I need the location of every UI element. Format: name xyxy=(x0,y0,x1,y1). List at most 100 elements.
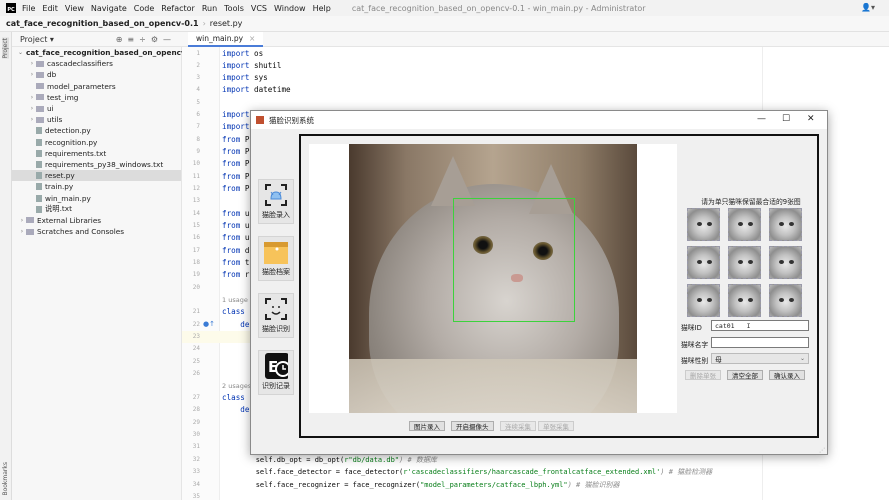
menu-tools[interactable]: Tools xyxy=(224,4,244,13)
menu-file[interactable]: File xyxy=(22,4,35,13)
cat-recognize-button[interactable]: 猫脸识别 xyxy=(258,293,294,338)
eye xyxy=(738,260,743,264)
project-panel-toolbar[interactable]: ⊕≡÷⚙— xyxy=(116,35,176,44)
expand-arrow-icon[interactable]: ⌄ xyxy=(18,49,23,56)
menu-code[interactable]: Code xyxy=(134,4,154,13)
user-account-icon[interactable]: 👤▾ xyxy=(861,3,875,12)
tree-file[interactable]: win_main.py xyxy=(12,192,181,203)
keyword: from xyxy=(222,258,241,267)
cat-archive-button[interactable]: 猫脸档案 xyxy=(258,236,294,281)
keyword: from xyxy=(222,270,241,279)
eye xyxy=(789,222,794,226)
tree-folder[interactable]: › cascadeclassifiers xyxy=(12,58,181,69)
maximize-button[interactable]: ☐ xyxy=(782,114,790,124)
menu-navigate[interactable]: Navigate xyxy=(91,4,127,13)
line-number: 9 xyxy=(196,148,200,155)
line-number: 2 xyxy=(196,62,200,69)
code-line: from u xyxy=(222,209,249,218)
menu-window[interactable]: Window xyxy=(274,4,306,13)
cat-enroll-button[interactable]: 猫脸录入 xyxy=(258,179,294,224)
single-capture-button[interactable]: 单张采集 xyxy=(538,421,574,431)
cat-thumbnail[interactable] xyxy=(728,208,761,241)
minimize-button[interactable]: — xyxy=(757,114,766,124)
image-import-button[interactable]: 图片录入 xyxy=(409,421,445,431)
code-rest: P xyxy=(240,172,250,181)
code-line: import os xyxy=(222,49,263,58)
cat-id-input[interactable]: cat01 I xyxy=(711,320,809,331)
cat-gender-select[interactable]: 母 ⌄ xyxy=(711,353,809,364)
eye xyxy=(697,260,702,264)
clear-all-button[interactable]: 清空全部 xyxy=(727,370,763,380)
expand-arrow-icon[interactable]: › xyxy=(28,94,36,101)
bookmarks-tool-tab[interactable]: Bookmarks xyxy=(2,462,9,496)
resize-grip-icon[interactable]: ⋰ xyxy=(819,447,825,454)
tree-file[interactable]: 说明.txt xyxy=(12,204,181,215)
delete-single-button[interactable]: 删除单张 xyxy=(685,370,721,380)
face-recognition-icon xyxy=(264,297,288,321)
cat-thumbnail[interactable] xyxy=(728,246,761,279)
tree-folder[interactable]: › ui xyxy=(12,103,181,114)
cat-face-dialog: 猫脸识别系统 — ☐ ✕ 猫脸录入 猫脸档案 猫脸识别 E 识别记录 图片录入 … xyxy=(250,110,828,455)
expand-arrow-icon[interactable]: › xyxy=(28,71,36,78)
code-rest xyxy=(245,307,250,316)
recognition-history-button[interactable]: E 识别记录 xyxy=(258,350,294,395)
tree-folder[interactable]: ⌄ cat_face_recognition_based_on_opencv-0.… xyxy=(12,47,202,58)
expand-arrow-icon[interactable]: › xyxy=(28,105,36,112)
cat-thumbnail[interactable] xyxy=(769,284,802,317)
string-literal: r"db/data.db" xyxy=(344,456,400,464)
line-number: 4 xyxy=(196,86,200,93)
expand-arrow-icon[interactable]: › xyxy=(18,228,26,235)
folder-icon xyxy=(36,60,44,67)
keyword: import xyxy=(222,73,250,82)
tree-file[interactable]: requirements.txt xyxy=(12,148,181,159)
cat-name-input[interactable] xyxy=(711,337,809,348)
tree-folder[interactable]: model_parameters xyxy=(12,81,181,92)
tree-folder[interactable]: › utils xyxy=(12,114,181,125)
cat-thumbnail[interactable] xyxy=(769,246,802,279)
tree-folder[interactable]: › db xyxy=(12,69,181,80)
usage-hint[interactable]: 1 usage xyxy=(222,296,248,304)
tree-folder[interactable]: › Scratches and Consoles xyxy=(12,226,181,237)
keyword: de xyxy=(222,405,250,414)
tab-win-main[interactable]: win_main.py × xyxy=(188,32,264,47)
code-line: import shutil xyxy=(222,61,281,70)
line-number: 10 xyxy=(192,160,200,167)
cat-thumbnail[interactable] xyxy=(687,284,720,317)
close-button[interactable]: ✕ xyxy=(807,114,815,124)
confirm-enroll-button[interactable]: 确认录入 xyxy=(769,370,805,380)
tree-folder[interactable]: › External Libraries xyxy=(12,215,181,226)
cat-thumbnail[interactable] xyxy=(687,208,720,241)
menu-vcs[interactable]: VCS xyxy=(251,4,267,13)
tree-file[interactable]: detection.py xyxy=(12,125,181,136)
tree-file[interactable]: requirements_py38_windows.txt xyxy=(12,159,181,170)
menu-help[interactable]: Help xyxy=(313,4,331,13)
cat-thumbnail[interactable] xyxy=(769,208,802,241)
continuous-capture-button[interactable]: 连续采集 xyxy=(500,421,536,431)
eye xyxy=(748,222,753,226)
project-view-selector[interactable]: Project ▾ xyxy=(20,35,54,44)
eye xyxy=(707,260,712,264)
close-tab-icon[interactable]: × xyxy=(249,34,255,43)
tree-file[interactable]: reset.py xyxy=(12,170,181,182)
tree-file[interactable]: train.py xyxy=(12,181,181,192)
code-rest: t xyxy=(240,258,250,267)
tree-folder[interactable]: › test_img xyxy=(12,92,181,103)
expand-arrow-icon[interactable]: › xyxy=(28,60,36,67)
breadcrumb-file[interactable]: reset.py xyxy=(210,19,243,28)
menu-refactor[interactable]: Refactor xyxy=(161,4,195,13)
menu-edit[interactable]: Edit xyxy=(42,4,58,13)
line-number: 30 xyxy=(192,431,200,438)
menu-view[interactable]: View xyxy=(65,4,84,13)
breadcrumb-project[interactable]: cat_face_recognition_based_on_opencv-0.1 xyxy=(6,19,199,28)
expand-arrow-icon[interactable]: › xyxy=(18,217,26,224)
project-tool-tab[interactable]: Project xyxy=(2,38,9,59)
cat-thumbnail[interactable] xyxy=(687,246,720,279)
expand-arrow-icon[interactable]: › xyxy=(28,116,36,123)
open-camera-button[interactable]: 开启摄像头 xyxy=(451,421,494,431)
override-marker-icon[interactable]: ●↑ xyxy=(203,320,215,328)
tree-file[interactable]: recognition.py xyxy=(12,137,181,148)
usage-hint[interactable]: 2 usages xyxy=(222,382,251,390)
cat-thumbnail[interactable] xyxy=(728,284,761,317)
line-number: 6 xyxy=(196,111,200,118)
menu-run[interactable]: Run xyxy=(202,4,217,13)
